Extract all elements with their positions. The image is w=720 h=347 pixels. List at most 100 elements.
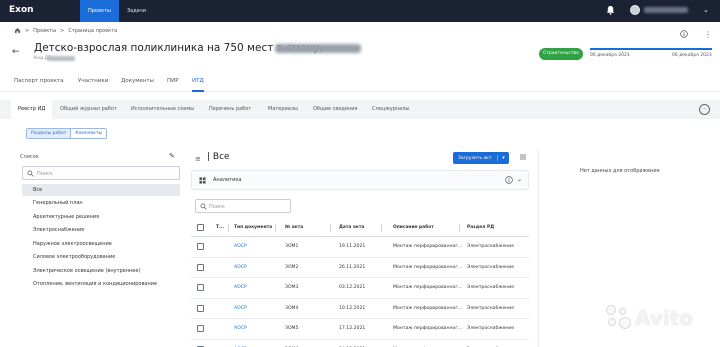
column-header-rd-section[interactable]: Раздел РД [467,219,494,236]
row-checkbox[interactable] [197,299,204,319]
breadcrumb-separator: > [60,27,65,34]
list-title: Список [20,154,39,160]
nav-tasks[interactable]: Задачи [119,0,154,22]
column-separator[interactable] [228,224,229,232]
cell-doc-type-link[interactable]: АОСР [234,258,247,278]
subtab-registry[interactable]: Реестр ИД [11,100,53,119]
column-separator[interactable] [330,224,331,232]
view-toggle: Разделы работ Комплекты [26,128,108,139]
row-checkbox[interactable] [197,319,204,339]
table-search-input[interactable] [209,202,289,211]
cell-doc-type-link[interactable]: АОСР [234,319,247,339]
cell-doc-type-link[interactable]: АОСР [234,299,247,319]
chevron-down-icon[interactable]: ⌄ [703,6,709,14]
chevron-down-icon[interactable]: ⌄ [517,176,522,183]
cell-doc-type-link[interactable]: АОСР [234,278,247,298]
avito-watermark: Avito [606,305,693,331]
tree-item[interactable]: Электрическое освещение (внутреннее) [26,265,180,277]
cell-work-description: Монтаж перфорированног... [393,264,463,270]
panel-divider [538,150,539,347]
cell-act-number: ЗОМ2 [285,264,299,270]
info-icon[interactable] [505,176,513,184]
cell-act-number: ЗОМ5 [285,326,299,332]
select-all-checkbox[interactable] [197,219,204,236]
upload-act-button[interactable]: Загрузить акт ▾ [453,152,509,164]
bell-icon[interactable] [606,5,615,15]
breadcrumb-separator: > [25,27,30,34]
cell-doc-type-link[interactable]: АОСР [234,237,247,257]
no-data-message: Нет данных для отображения [580,168,660,174]
table-row[interactable]: АОСР ЗОМ2 26.11.2021 Монтаж перфорированног… [191,258,529,278]
app-logo[interactable]: Exon [9,5,34,15]
tree-item[interactable]: Электроснабжение [26,224,180,236]
cell-work-description: Монтаж перфорированног... [393,285,463,291]
tab-passport[interactable]: Паспорт проекта [14,78,64,92]
more-horizontal-icon[interactable]: ⋯ [699,104,710,115]
table-row[interactable]: АОСР ЗОМ5 17.12.2021 Монтаж перфорированног… [191,319,529,340]
column-header-act-number[interactable]: № акта [285,219,303,236]
toggle-complects[interactable]: Комплекты [70,129,107,138]
project-timeline [590,48,712,50]
row-checkbox[interactable] [197,258,204,278]
subtab-general-info[interactable]: Общие сведения [306,100,364,119]
row-checkbox[interactable] [197,340,204,347]
toggle-sections[interactable]: Разделы работ [27,129,71,138]
tab-pir[interactable]: ПИР [167,78,179,92]
column-separator[interactable] [381,224,382,232]
table-search-field[interactable] [195,199,291,213]
subtab-works-list[interactable]: Перечень работ [202,100,258,119]
subtab-general-journal[interactable]: Общий журнал работ [53,100,124,119]
info-icon[interactable] [680,30,688,38]
tab-participants[interactable]: Участники [78,78,108,92]
column-header-act-date[interactable]: Дата акта [339,219,364,236]
cell-rd-section: Электроснабжение [467,285,515,291]
list-search-input[interactable] [37,169,177,178]
subtab-special-journals[interactable]: Спецжурналы [365,100,416,119]
analytics-panel[interactable]: Аналитика ⌄ [191,170,529,190]
column-separator[interactable] [275,224,276,232]
table-header-row: Т... Тип документа № акта Дата акта Опис… [191,219,529,237]
row-checkbox[interactable] [197,278,204,298]
subtab-materials[interactable]: Материалы [261,100,305,119]
filter-icon[interactable]: ≡ [195,155,201,163]
page-title-address-blurred [275,44,361,53]
home-icon[interactable] [14,27,21,34]
tree-item[interactable]: Силовое электрооборудование [26,251,180,263]
table-row[interactable]: АОСР ЗОМ1 19.11.2021 Монтаж перфорированног… [191,237,529,258]
table-row[interactable]: АОСР ЗОМ3 03.12.2021 Монтаж перфорированног… [191,278,529,299]
search-icon [27,170,34,177]
subtab-schemes[interactable]: Исполнительные схемы [124,100,201,119]
column-header-doc-type[interactable]: Тип документа [234,219,272,236]
top-nav: Проекты Задачи [80,0,154,22]
column-header-type-short[interactable]: Т... [216,219,224,236]
back-arrow-icon[interactable]: ← [12,47,20,57]
list-search-field[interactable] [22,166,180,180]
nav-projects[interactable]: Проекты [80,0,119,22]
avatar[interactable] [630,5,640,15]
cell-act-date: 19.11.2021 [339,244,366,250]
tab-itd[interactable]: ИТД [192,78,204,92]
date-start: 06 декабря 2021 [590,53,630,58]
column-header-description[interactable]: Описание работ [393,219,434,236]
table-row[interactable]: АОСР ЗОМ6 24.12.2021 Монтаж перфорированног… [191,340,529,347]
more-vertical-icon[interactable]: ⋮ [704,30,712,39]
tree-item[interactable]: Отопление, вентиляция и кондиционировани… [26,278,180,290]
cell-act-number: ЗОМ6 [285,340,298,347]
tree-item[interactable]: Архитектурные решения [26,211,180,223]
columns-settings-icon[interactable] [519,153,527,161]
tree-item[interactable]: Генеральный план [26,197,180,209]
sub-tabs: Реестр ИД Общий журнал работ Исполнитель… [0,100,720,119]
row-checkbox[interactable] [197,237,204,257]
cell-doc-type-link[interactable]: АОСР [234,340,247,347]
column-separator[interactable] [459,224,460,232]
tab-documents[interactable]: Документы [121,78,154,92]
user-name-blurred[interactable] [644,7,688,13]
cell-work-description: Монтаж перфорированног... [393,340,462,347]
table-row[interactable]: АОСР ЗОМ4 10.12.2021 Монтаж перфорированног… [191,299,529,319]
tree-item-all[interactable]: Все [22,184,180,196]
chevron-down-icon[interactable]: ▾ [497,155,509,161]
breadcrumb-projects[interactable]: Проекты [33,28,56,34]
tree-item[interactable]: Наружное электроосвещение [26,238,180,250]
edit-pencil-icon[interactable]: ✎ [169,152,175,160]
cell-act-date: 26.11.2021 [339,264,366,270]
